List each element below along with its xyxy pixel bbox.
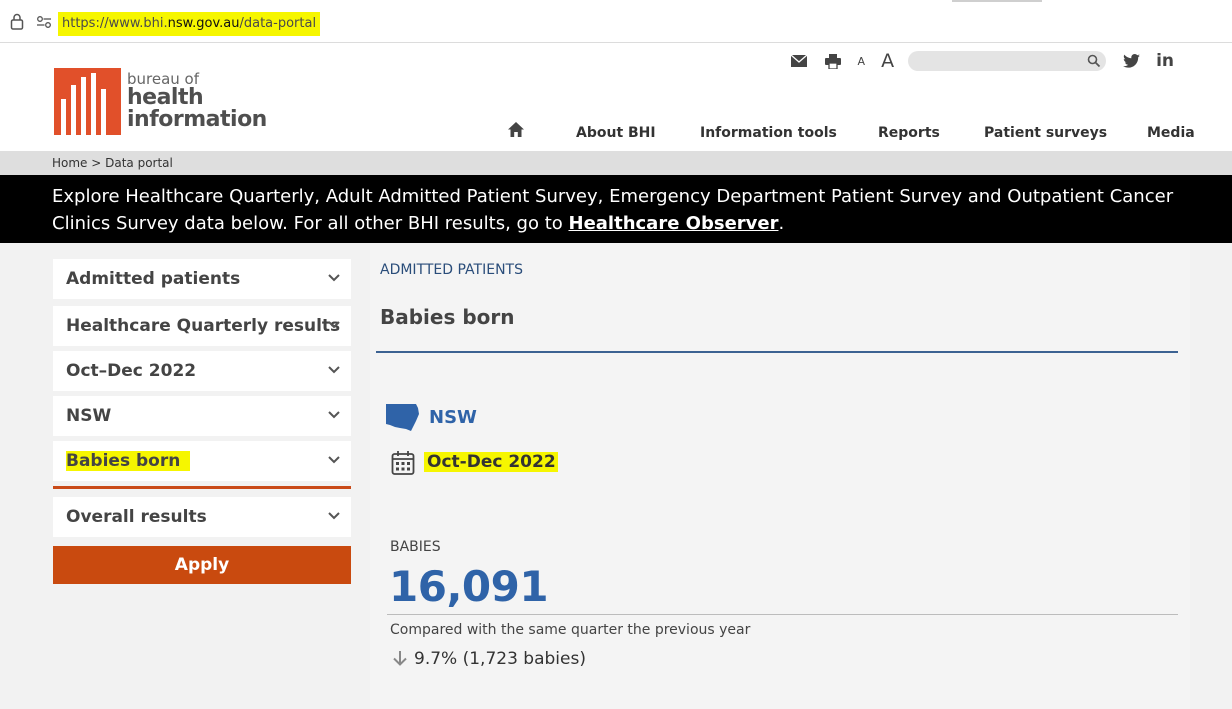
header-tools: A A in: [790, 49, 1188, 73]
dataset-select[interactable]: Admitted patients: [53, 259, 351, 299]
breadcrumb[interactable]: Home > Data portal: [0, 151, 1232, 175]
chevron-down-icon: [328, 512, 340, 520]
comparison-label: Compared with the same quarter the previ…: [390, 622, 751, 638]
report-select[interactable]: Healthcare Quarterly results: [53, 306, 351, 346]
nav-item-patient-surveys[interactable]: Patient surveys: [984, 125, 1107, 141]
search-input[interactable]: [908, 51, 1107, 71]
measure-select[interactable]: Babies born: [53, 441, 351, 481]
change-value: 9.7% (1,723 babies): [414, 649, 586, 669]
chevron-down-icon: [328, 366, 340, 374]
print-icon[interactable]: [824, 52, 842, 70]
page-title: Babies born: [380, 305, 515, 329]
browser-address-bar: https://www.bhi.nsw.gov.au/data-portal: [0, 0, 1232, 43]
site-header: bureau of health information A A in Abou…: [0, 43, 1232, 151]
info-banner: Explore Healthcare Quarterly, Adult Admi…: [0, 175, 1232, 243]
period-select[interactable]: Oct–Dec 2022: [53, 351, 351, 391]
home-icon[interactable]: [507, 121, 525, 139]
metric-label: BABIES: [390, 539, 441, 555]
url-domain: nsw.gov.au: [167, 16, 240, 31]
linkedin-icon[interactable]: in: [1156, 51, 1174, 71]
region-label: NSW: [429, 407, 477, 428]
chevron-down-icon: [328, 411, 340, 419]
results-select[interactable]: Overall results: [53, 497, 351, 537]
results-select-value: Overall results: [66, 507, 207, 527]
healthcare-observer-link[interactable]: Healthcare Observer: [569, 213, 779, 234]
nav-item-information-tools[interactable]: Information tools: [700, 125, 837, 141]
logo-line-2: health: [127, 85, 204, 110]
nav-item-reports[interactable]: Reports: [878, 125, 940, 141]
nsw-map-icon: [386, 404, 419, 431]
url-prefix: https://www.bhi.: [62, 16, 168, 31]
region-select-value: NSW: [66, 406, 112, 426]
email-icon[interactable]: [790, 52, 808, 70]
font-size-large-button[interactable]: A: [881, 50, 894, 72]
site-settings-icon[interactable]: [36, 15, 52, 29]
chevron-down-icon: [328, 274, 340, 282]
main-nav: About BHI Information tools Reports Pati…: [0, 121, 1232, 149]
active-select-underline: [53, 486, 351, 489]
measure-select-value: Babies born: [66, 451, 191, 471]
arrow-down-icon: [393, 651, 407, 666]
report-select-value: Healthcare Quarterly results: [66, 316, 341, 336]
chevron-down-icon: [328, 456, 340, 464]
nav-item-media[interactable]: Media: [1147, 125, 1195, 141]
font-size-small-button[interactable]: A: [858, 55, 866, 68]
calendar-icon: [391, 451, 415, 475]
banner-suffix: .: [778, 213, 785, 234]
url-path: /data-portal: [239, 16, 317, 31]
section-label: ADMITTED PATIENTS: [380, 262, 523, 278]
region-select[interactable]: NSW: [53, 396, 351, 436]
metric-divider: [387, 614, 1178, 615]
metric-value: 16,091: [389, 562, 549, 611]
period-select-value: Oct–Dec 2022: [66, 361, 197, 381]
twitter-icon[interactable]: [1122, 52, 1140, 70]
url-field[interactable]: https://www.bhi.nsw.gov.au/data-portal: [58, 12, 321, 36]
lock-icon[interactable]: [10, 13, 24, 30]
tab-strip-edge: [952, 0, 1042, 2]
search-icon[interactable]: [1087, 54, 1101, 68]
title-divider: [376, 351, 1178, 353]
period-label: Oct-Dec 2022: [424, 452, 558, 472]
dataset-select-value: Admitted patients: [66, 269, 241, 289]
apply-button[interactable]: Apply: [53, 546, 351, 584]
chevron-down-icon: [328, 321, 340, 329]
nav-item-about-bhi[interactable]: About BHI: [576, 125, 656, 141]
